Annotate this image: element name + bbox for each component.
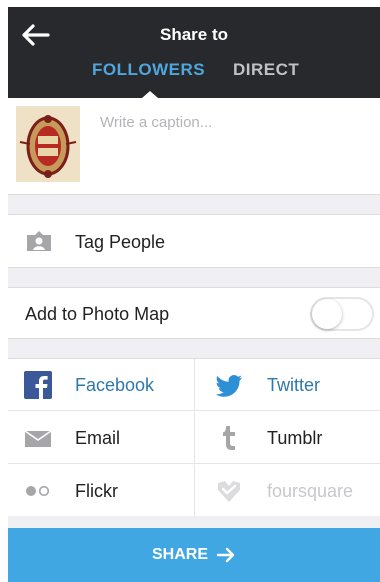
photo-map-label: Add to Photo Map	[25, 304, 170, 324]
share-tumblr[interactable]: Tumblr	[194, 412, 380, 464]
foursquare-label: foursquare	[267, 481, 354, 501]
twitter-label: Twitter	[267, 375, 321, 395]
photo-thumbnail	[16, 106, 80, 182]
flickr-icon	[26, 485, 50, 497]
arrow-right-icon	[216, 547, 235, 563]
caption-section	[8, 98, 380, 195]
facebook-icon	[24, 371, 52, 399]
share-foursquare[interactable]: foursquare	[194, 465, 380, 517]
flickr-label: Flickr	[75, 481, 118, 501]
tag-people-label: Tag People	[75, 232, 166, 252]
caption-input[interactable]	[100, 110, 370, 134]
tag-people-row[interactable]: Tag People	[8, 214, 380, 268]
share-button[interactable]: SHARE	[8, 528, 380, 582]
header-bar: Share to FOLLOWERS DIRECT	[8, 7, 380, 98]
email-icon	[24, 430, 52, 447]
share-facebook[interactable]: Facebook	[8, 359, 194, 411]
twitter-icon	[215, 375, 242, 397]
facebook-label: Facebook	[75, 375, 155, 395]
header-title: Share to	[159, 25, 229, 44]
active-tab-indicator	[142, 91, 158, 98]
toggle-knob	[312, 299, 342, 329]
email-label: Email	[75, 428, 121, 448]
share-email[interactable]: Email	[8, 412, 194, 464]
share-flickr[interactable]: Flickr	[8, 465, 194, 517]
share-screen: Share to FOLLOWERS DIRECT Ta	[8, 7, 380, 582]
share-button-label: SHARE	[151, 546, 208, 563]
share-twitter[interactable]: Twitter	[194, 359, 380, 411]
share-targets-grid: Facebook Twitter Email Tumblr Flickr fou…	[8, 358, 380, 517]
tumblr-icon	[223, 426, 235, 450]
foursquare-icon	[218, 481, 240, 502]
tab-direct[interactable]: DIRECT	[233, 60, 299, 80]
photo-map-row: Add to Photo Map	[8, 287, 380, 339]
tab-followers[interactable]: FOLLOWERS	[92, 60, 205, 80]
tag-person-icon	[27, 231, 51, 251]
tumblr-label: Tumblr	[267, 428, 323, 448]
photo-map-toggle[interactable]	[310, 297, 374, 331]
